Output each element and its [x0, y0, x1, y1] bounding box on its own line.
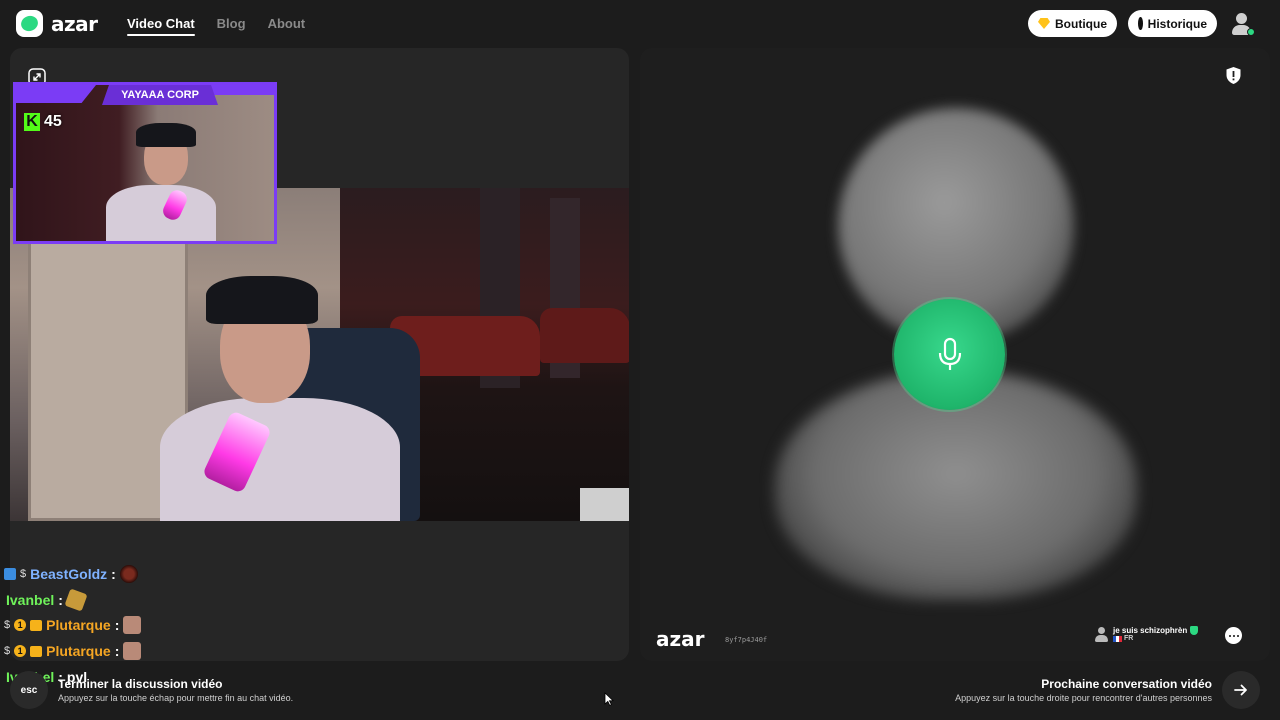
crown-badge-icon: [30, 645, 43, 657]
partner-badge-icon: [4, 568, 16, 580]
next-arrow-button[interactable]: [1222, 671, 1260, 709]
end-chat-hint: Appuyez sur la touche échap pour mettre …: [58, 693, 294, 703]
clock-icon: [1138, 17, 1145, 30]
esc-key-button[interactable]: esc: [10, 671, 48, 709]
emote-icon: [123, 642, 142, 660]
chat-message: $ 1 Plutarque :: [4, 640, 142, 662]
coin-badge-icon: 1: [14, 645, 27, 657]
arrow-right-icon: [1234, 684, 1247, 696]
gem-icon: [1038, 18, 1050, 29]
profile-avatar[interactable]: [1230, 12, 1255, 36]
emote-icon: [64, 588, 88, 612]
stream-webcam-overlay: YAYAAA CORP K 45: [13, 82, 277, 244]
overlay-title: YAYAAA CORP: [102, 85, 218, 105]
partner-country: FR: [1124, 635, 1134, 643]
partner-avatar-icon: [1095, 626, 1108, 642]
crown-badge-icon: [30, 619, 43, 631]
emote-icon: [119, 565, 138, 583]
azar-logo-text: azar: [51, 11, 98, 36]
chat-message: $ BeastGoldz :: [4, 563, 138, 585]
nav-about[interactable]: About: [268, 16, 306, 31]
chat-bubble-icon[interactable]: [1225, 627, 1242, 644]
history-button-label: Historique: [1147, 16, 1207, 31]
s-badge: $: [4, 645, 11, 657]
chat-username: Plutarque: [46, 643, 111, 659]
partner-name: je suis schizophrèn: [1113, 626, 1188, 635]
verified-shield-icon: [1190, 626, 1199, 636]
report-shield-icon[interactable]: [1225, 66, 1242, 85]
partner-info[interactable]: je suis schizophrèn FR: [1095, 626, 1199, 643]
main-nav: Video Chat Blog About: [127, 16, 306, 36]
next-chat-hint: Appuyez sur la touche droite pour rencon…: [955, 693, 1212, 703]
azar-logo[interactable]: azar: [16, 10, 98, 37]
online-status-dot: [1247, 28, 1255, 36]
next-chat-control[interactable]: Prochaine conversation vidéo Appuyez sur…: [860, 671, 1260, 709]
mouse-cursor-icon: [604, 692, 614, 706]
chat-message: $ 1 Plutarque :: [4, 614, 142, 636]
microphone-icon: [938, 337, 961, 370]
chat-username: Plutarque: [46, 617, 111, 633]
nav-blog[interactable]: Blog: [217, 16, 246, 31]
nav-video-chat[interactable]: Video Chat: [127, 16, 195, 36]
azar-logo-icon: [16, 10, 43, 37]
s-badge: $: [20, 568, 27, 580]
coin-badge-icon: 1: [14, 619, 27, 631]
kick-viewer-count: K 45: [24, 113, 62, 131]
emote-icon: [123, 616, 142, 634]
chat-username: BeastGoldz: [30, 566, 108, 582]
shop-button-label: Boutique: [1055, 16, 1107, 31]
top-bar: azar Video Chat Blog About Boutique Hist…: [0, 0, 1280, 48]
kick-logo-icon: K: [24, 113, 40, 131]
france-flag-icon: [1113, 635, 1122, 642]
next-chat-title: Prochaine conversation vidéo: [1041, 677, 1212, 691]
s-badge: $: [4, 619, 11, 631]
end-chat-title: Terminer la discussion vidéo: [58, 677, 223, 691]
history-button[interactable]: Historique: [1128, 10, 1217, 37]
audio-only-indicator: [894, 299, 1005, 410]
shop-button[interactable]: Boutique: [1028, 10, 1117, 37]
chat-message: Ivanbel :: [6, 588, 88, 612]
overlay-frame-decoration-right: [204, 85, 274, 95]
chat-username: Ivanbel: [6, 592, 55, 608]
viewer-count: 45: [44, 113, 62, 130]
session-id: 8yf7p4J40f: [725, 636, 768, 644]
azar-watermark: azar: [656, 627, 705, 651]
